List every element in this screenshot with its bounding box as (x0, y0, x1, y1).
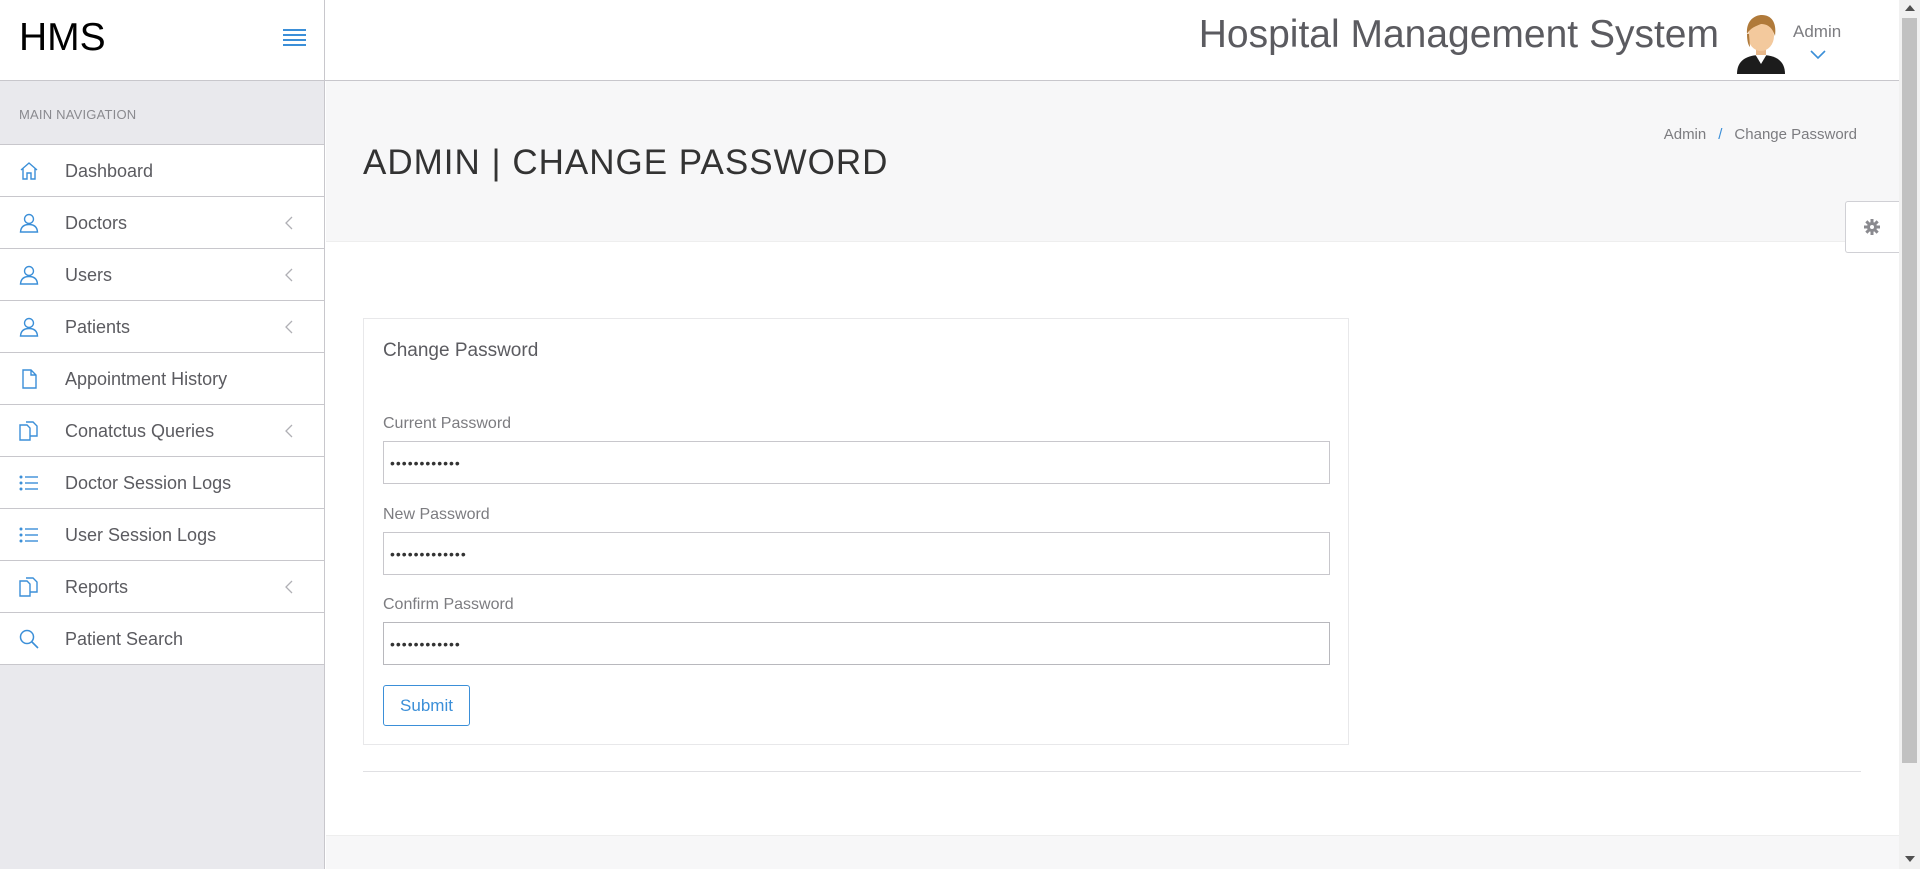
sidebar-item-label: Conatctus Queries (65, 421, 215, 441)
panel-title: Change Password (383, 340, 539, 361)
sidebar-item-label: Users (65, 265, 113, 285)
user-name: Admin (1793, 22, 1842, 41)
breadcrumb-current: Change Password (1734, 126, 1857, 143)
sidebar-item-appointment-history[interactable]: Appointment History (0, 353, 324, 405)
sidebar-item-patients[interactable]: Patients (0, 301, 324, 353)
list-icon (19, 527, 38, 543)
sidebar-item-user-session-logs[interactable]: User Session Logs (0, 509, 324, 561)
sidebar-item-label: Appointment History (65, 369, 228, 389)
top-navbar: HMS Hospital Management System Admin (0, 0, 1899, 81)
user-icon (19, 213, 39, 233)
sidebar-toggle-icon[interactable] (283, 29, 306, 47)
current-password-label: Current Password (383, 415, 512, 432)
sidebar-item-label: User Session Logs (65, 525, 217, 545)
chevron-left-icon (285, 216, 293, 230)
avatar (1737, 15, 1785, 74)
new-password-label: New Password (383, 506, 490, 523)
breadcrumb-parent[interactable]: Admin (1664, 126, 1707, 143)
content-divider (363, 771, 1861, 772)
sidebar: MAIN NAVIGATION Dashboard Doctors Users (0, 81, 325, 869)
breadcrumb: Admin / Change Password (1664, 126, 1857, 143)
sidebar-item-doctors[interactable]: Doctors (0, 197, 324, 249)
user-menu[interactable]: Admin (1735, 10, 1855, 75)
sidebar-item-label: Doctors (65, 213, 128, 233)
confirm-password-field[interactable] (383, 622, 1330, 665)
sidebar-item-dashboard[interactable]: Dashboard (0, 145, 324, 197)
user-icon (19, 265, 39, 285)
vertical-scrollbar[interactable] (1899, 0, 1920, 869)
user-icon (19, 317, 39, 337)
gear-icon (1864, 219, 1880, 235)
page-header: ADMIN | CHANGE PASSWORD Admin / Change Pas… (326, 81, 1899, 242)
sidebar-item-users[interactable]: Users (0, 249, 324, 301)
files-icon (19, 577, 38, 597)
chevron-left-icon (285, 320, 293, 334)
new-password-field[interactable] (383, 532, 1330, 575)
scroll-up-arrow-icon[interactable] (1905, 5, 1915, 11)
sidebar-item-label: Dashboard (65, 161, 154, 181)
confirm-password-label: Confirm Password (383, 596, 514, 613)
home-icon (20, 162, 38, 180)
change-password-panel: Change Password Current Password New Pas… (363, 318, 1349, 745)
file-icon (22, 369, 37, 389)
page-title: ADMIN | CHANGE PASSWORD (363, 143, 889, 182)
files-icon (19, 421, 38, 441)
chevron-left-icon (285, 580, 293, 594)
app-title: Hospital Management System (1198, 13, 1719, 56)
brand-logo[interactable]: HMS (19, 16, 106, 60)
sidebar-item-patient-search[interactable]: Patient Search (0, 613, 324, 665)
chevron-down-icon[interactable] (1808, 47, 1828, 61)
list-icon (19, 475, 38, 491)
sidebar-item-label: Patient Search (65, 629, 184, 649)
sidebar-item-reports[interactable]: Reports (0, 561, 324, 613)
footer (326, 835, 1899, 869)
search-icon (19, 629, 39, 649)
submit-button[interactable]: Submit (383, 685, 470, 726)
brand-area: HMS (0, 0, 325, 80)
sidebar-item-label: Reports (65, 577, 129, 597)
current-password-field[interactable] (383, 441, 1330, 484)
sidebar-item-doctor-session-logs[interactable]: Doctor Session Logs (0, 457, 324, 509)
sidebar-item-label: Patients (65, 317, 131, 337)
settings-button[interactable] (1845, 201, 1899, 253)
scrollbar-thumb[interactable] (1902, 18, 1917, 763)
nav-heading: MAIN NAVIGATION (19, 107, 137, 122)
nav-list: Dashboard Doctors Users Patients Appoint… (0, 144, 324, 665)
sidebar-item-label: Doctor Session Logs (65, 473, 232, 493)
sidebar-item-contactus-queries[interactable]: Conatctus Queries (0, 405, 324, 457)
chevron-left-icon (285, 424, 293, 438)
breadcrumb-separator: / (1718, 126, 1723, 143)
scroll-down-arrow-icon[interactable] (1905, 856, 1915, 862)
chevron-left-icon (285, 268, 293, 282)
